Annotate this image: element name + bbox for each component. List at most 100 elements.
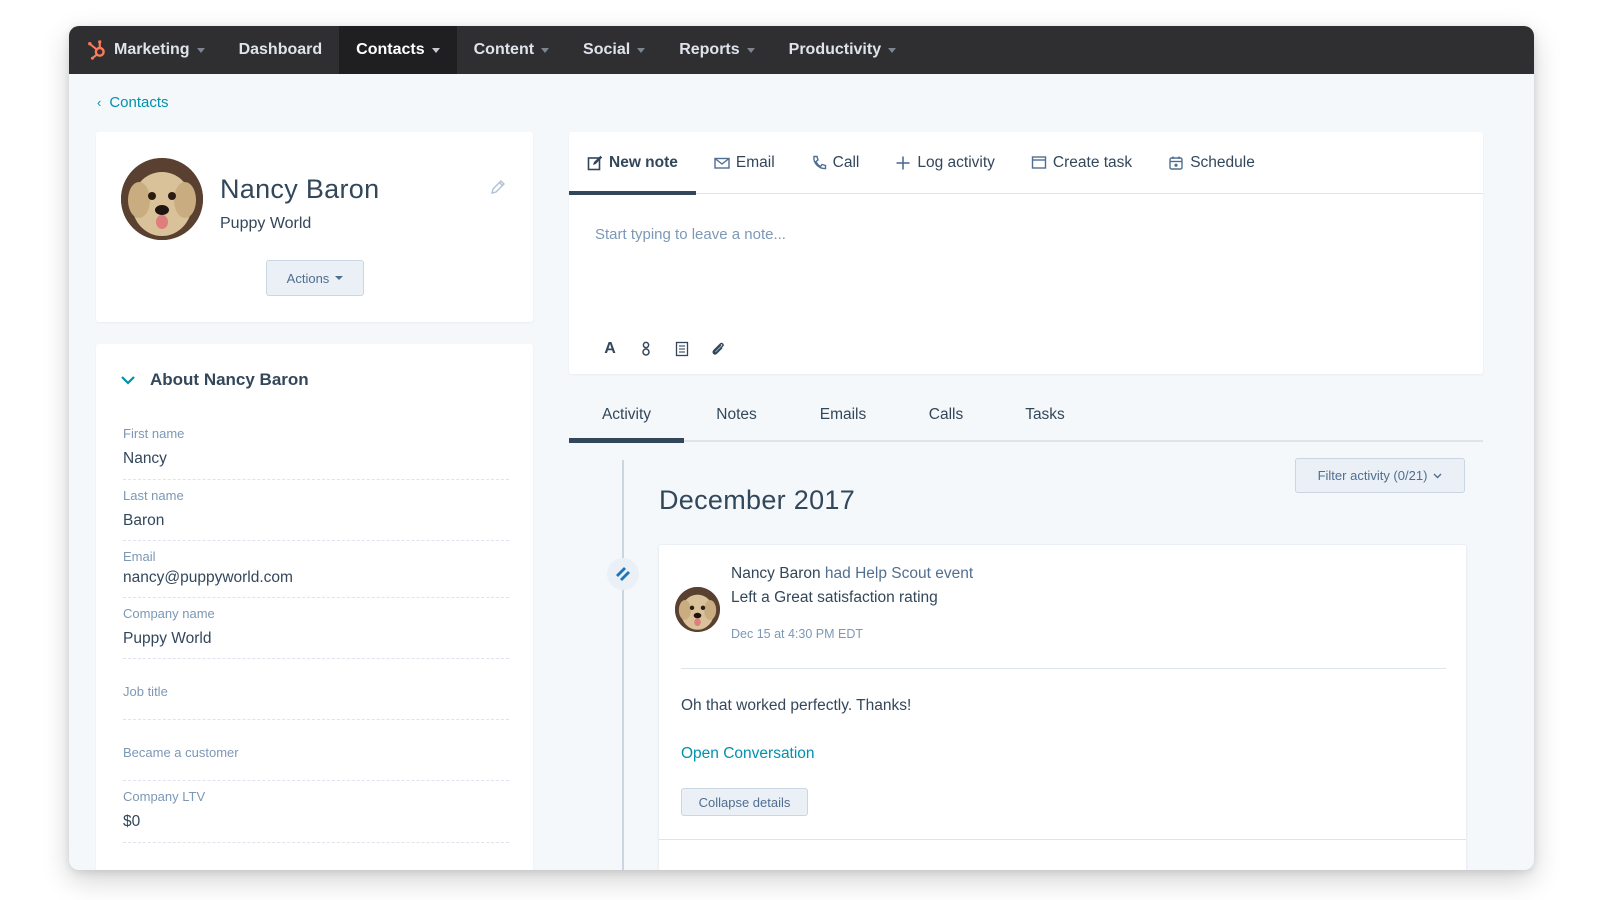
app-window: Marketing Dashboard Contacts Content Soc… (69, 26, 1534, 870)
envelope-icon (714, 157, 730, 169)
tab-label: Call (832, 153, 860, 171)
profile-card: Nancy Baron Puppy World Actions (96, 132, 533, 322)
property-label: Last name (123, 488, 184, 503)
nav-item-social[interactable]: Social (566, 26, 662, 74)
nav-label: Dashboard (238, 41, 323, 58)
task-icon (1031, 155, 1047, 169)
nav-label: Productivity (788, 41, 882, 58)
tab-label: Log activity (917, 153, 995, 171)
property-email[interactable]: Email nancy@puppyworld.com (123, 549, 509, 598)
contact-company: Puppy World (220, 215, 312, 232)
nav-item-content[interactable]: Content (457, 26, 566, 74)
tab-activity[interactable]: Activity (569, 389, 684, 443)
text-format-icon[interactable]: A (601, 340, 619, 358)
tab-label: Create task (1052, 153, 1133, 171)
personalize-icon[interactable] (637, 340, 655, 358)
caret-down-icon (335, 276, 344, 280)
caret-down-icon (541, 47, 550, 53)
property-company-name[interactable]: Company name Puppy World (123, 606, 509, 659)
nav-label: Social (583, 41, 631, 58)
attachment-icon[interactable] (709, 340, 727, 358)
tab-emails[interactable]: Emails (789, 389, 897, 441)
chevron-down-icon (1433, 473, 1442, 478)
actions-label: Actions (286, 270, 330, 286)
hubspot-sprocket-icon (88, 40, 105, 60)
open-conversation-link[interactable]: Open Conversation (681, 745, 815, 763)
divider (659, 839, 1466, 840)
property-last-name[interactable]: Last name Baron (123, 488, 509, 541)
property-job-title[interactable]: Job title (123, 684, 509, 720)
avatar (121, 158, 203, 240)
about-title: About Nancy Baron (150, 370, 309, 389)
property-label: First name (123, 426, 185, 441)
nav-label: Content (473, 41, 535, 58)
timeline-event-card: Nancy Baron had Help Scout event Left a … (658, 544, 1467, 870)
event-detail: Left a Great satisfaction rating (731, 589, 938, 606)
filter-activity-button[interactable]: Filter activity (0/21) (1295, 458, 1465, 493)
property-label: Became a customer (123, 745, 239, 760)
property-became-customer[interactable]: Became a customer (123, 745, 509, 781)
collapse-details-button[interactable]: Collapse details (681, 788, 808, 816)
nav-item-reports[interactable]: Reports (662, 26, 771, 74)
nav-item-dashboard[interactable]: Dashboard (222, 26, 340, 74)
document-icon[interactable] (673, 340, 691, 358)
nav-item-marketing[interactable]: Marketing (69, 26, 222, 74)
property-label: Email (123, 549, 156, 564)
phone-icon (812, 155, 826, 169)
event-actor[interactable]: Nancy Baron (731, 565, 821, 582)
actions-dropdown-button[interactable]: Actions (266, 260, 364, 296)
edit-note-icon (587, 155, 603, 170)
property-value: Puppy World (123, 630, 212, 647)
avatar (675, 587, 720, 632)
caret-down-icon (746, 47, 755, 53)
property-value: Baron (123, 512, 165, 529)
tab-notes[interactable]: Notes (684, 389, 789, 441)
tab-label: Schedule (1190, 153, 1255, 171)
event-action: had Help Scout event (824, 565, 974, 582)
caret-down-icon (431, 47, 440, 53)
tab-email[interactable]: Email (714, 132, 775, 194)
helpscout-icon (607, 558, 639, 590)
breadcrumb-back-contacts[interactable]: ‹ Contacts (97, 94, 169, 111)
pencil-edit-icon[interactable] (489, 178, 507, 196)
top-nav: Marketing Dashboard Contacts Content Soc… (69, 26, 1534, 74)
property-company-ltv[interactable]: Company LTV $0 (123, 789, 509, 843)
note-toolbar: A (601, 340, 727, 358)
tab-calls[interactable]: Calls (897, 389, 995, 441)
calendar-icon (1169, 156, 1183, 170)
filter-label: Filter activity (0/21) (1317, 468, 1428, 483)
nav-label: Marketing (114, 41, 190, 58)
property-first-name[interactable]: First name Nancy (123, 426, 509, 480)
chevron-down-icon (121, 376, 135, 385)
tab-label: New note (609, 153, 678, 171)
event-headline: Nancy Baron had Help Scout event (731, 565, 973, 583)
tab-label: Email (735, 153, 775, 171)
tab-schedule[interactable]: Schedule (1168, 132, 1255, 194)
about-card: About Nancy Baron First name Nancy Last … (96, 344, 533, 870)
note-input[interactable]: Start typing to leave a note... (595, 226, 786, 243)
activity-tabs: Activity Notes Emails Calls Tasks (569, 389, 1483, 443)
nav-item-productivity[interactable]: Productivity (772, 26, 913, 74)
nav-label: Reports (679, 41, 740, 58)
nav-item-contacts[interactable]: Contacts (339, 26, 457, 74)
breadcrumb-label: Contacts (109, 94, 169, 111)
plus-icon (896, 156, 910, 169)
tab-create-task[interactable]: Create task (1031, 132, 1132, 194)
month-heading: December 2017 (659, 485, 856, 515)
divider (681, 668, 1446, 669)
tab-call[interactable]: Call (811, 132, 860, 194)
chevron-left-icon: ‹ (97, 95, 102, 110)
about-section-toggle[interactable]: About Nancy Baron (120, 370, 309, 390)
caret-down-icon (637, 47, 646, 53)
property-label: Job title (123, 684, 168, 699)
property-value: $0 (123, 813, 141, 830)
tab-log-activity[interactable]: Log activity (895, 132, 995, 194)
tab-new-note[interactable]: New note (569, 132, 696, 195)
tab-tasks[interactable]: Tasks (995, 389, 1095, 441)
event-timestamp: Dec 15 at 4:30 PM EDT (731, 627, 864, 641)
note-composer: New note Email Call Log activity Create … (569, 132, 1483, 374)
timeline-line (622, 460, 624, 870)
caret-down-icon (888, 47, 897, 53)
nav-label: Contacts (356, 41, 425, 58)
event-body: Oh that worked perfectly. Thanks! (681, 697, 912, 714)
